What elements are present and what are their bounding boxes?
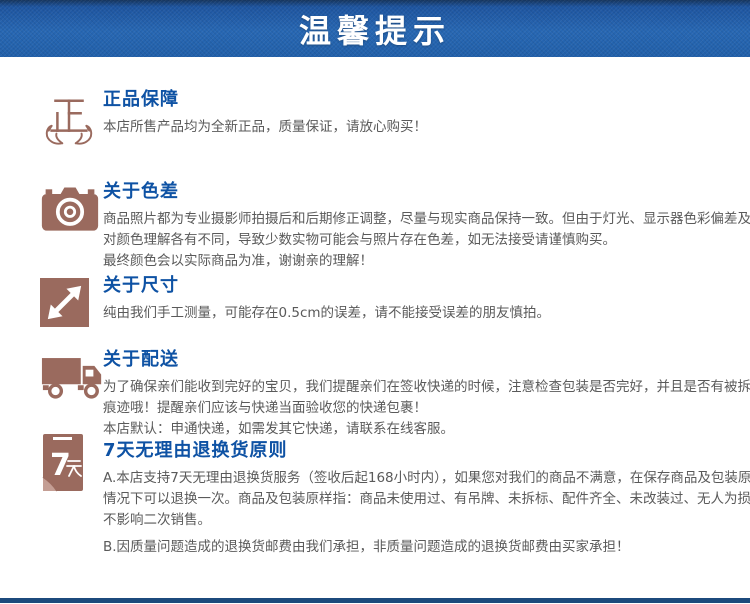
section-returns: 7 7天无理由退换货原则 A.本店支持7天无理由退换货服务（签收后起168小时内… [0,441,750,558]
delivery-truck-icon [40,352,106,401]
page-title: 温馨提示 [299,6,451,52]
tips-content: 正品保障 本店所售产品均为全新正品，质量保证，请放心购买！ 关于色差 商品照片都… [0,90,750,558]
section-icon-column: 7 [0,441,103,495]
section-text-column: 正品保障 本店所售产品均为全新正品，质量保证，请放心购买！ [103,90,750,138]
section-title-size: 关于尺寸 [103,276,750,296]
tip-text-line: 本店所售产品均为全新正品，质量保证，请放心购买！ [103,117,750,138]
section-size: 关于尺寸 纯由我们手工测量，可能存在0.5cm的误差，请不能接受误差的朋友慎拍。 [0,276,750,327]
section-text-column: 7天无理由退换货原则 A.本店支持7天无理由退换货服务（签收后起168小时内），… [103,441,750,558]
section-authentic: 正品保障 本店所售产品均为全新正品，质量保证，请放心购买！ [0,90,750,150]
section-icon-column [0,350,103,401]
tip-text-line: 不影响二次销售。 [103,510,750,531]
section-title-authentic: 正品保障 [103,90,750,110]
tip-text-line: 情况下可以退换一次。商品及包装原样指：商品未使用过、有吊牌、未拆标、配件齐全、未… [103,489,750,510]
section-icon-column [0,182,103,234]
section-icon-column [0,276,103,327]
section-icon-column [0,90,103,150]
tip-text-line: 为了确保亲们能收到完好的宝贝，我们提醒亲们在签收快递的时候，注意检查包装是否完好… [103,377,750,398]
section-shipping: 关于配送 为了确保亲们能收到完好的宝贝，我们提醒亲们在签收快递的时候，注意检查包… [0,350,750,440]
camera-icon [40,184,100,234]
tip-text-line: 纯由我们手工测量，可能存在0.5cm的误差，请不能接受误差的朋友慎拍。 [103,303,750,324]
tip-text-line: 本店默认：申通快递，如需发其它快递，请联系在线客服。 [103,419,750,440]
tip-text-line: 商品照片都为专业摄影师拍摄后和后期修正调整，尽量与现实商品保持一致。但由于灯光、… [103,209,750,230]
returns-postage-note: B.因质量问题造成的退换货邮费由我们承担，非质量问题造成的退换货邮费由买家承担！ [103,537,750,558]
header-banner: 温馨提示 [0,0,750,57]
section-text-column: 关于配送 为了确保亲们能收到完好的宝贝，我们提醒亲们在签收快递的时候，注意检查包… [103,350,750,440]
section-title-color: 关于色差 [103,182,750,202]
tip-text-line: 痕迹哦！提醒亲们应该与快递当面验收您的快递包裹！ [103,398,750,419]
section-text-column: 关于尺寸 纯由我们手工测量，可能存在0.5cm的误差，请不能接受误差的朋友慎拍。 [103,276,750,324]
calendar-7day-icon: 7 [40,431,86,495]
section-title-returns: 7天无理由退换货原则 [103,441,750,461]
tip-text-line: 对颜色理解各有不同，导致少数实物可能会与照片存在色差，如无法接受请谨慎购买。 [103,230,750,251]
tip-text-line: A.本店支持7天无理由退换货服务（签收后起168小时内），如果您对我们的商品不满… [103,468,750,489]
size-arrow-icon [40,278,89,327]
authentic-hands-icon [40,92,98,150]
section-title-shipping: 关于配送 [103,350,750,370]
bottom-bar [0,598,750,603]
section-text-column: 关于色差 商品照片都为专业摄影师拍摄后和后期修正调整，尽量与现实商品保持一致。但… [103,182,750,272]
tip-text-line: 最终颜色会以实际商品为准，谢谢亲的理解！ [103,251,750,272]
tips-page: 温馨提示 [0,0,750,604]
section-color-difference: 关于色差 商品照片都为专业摄影师拍摄后和后期修正调整，尽量与现实商品保持一致。但… [0,182,750,272]
